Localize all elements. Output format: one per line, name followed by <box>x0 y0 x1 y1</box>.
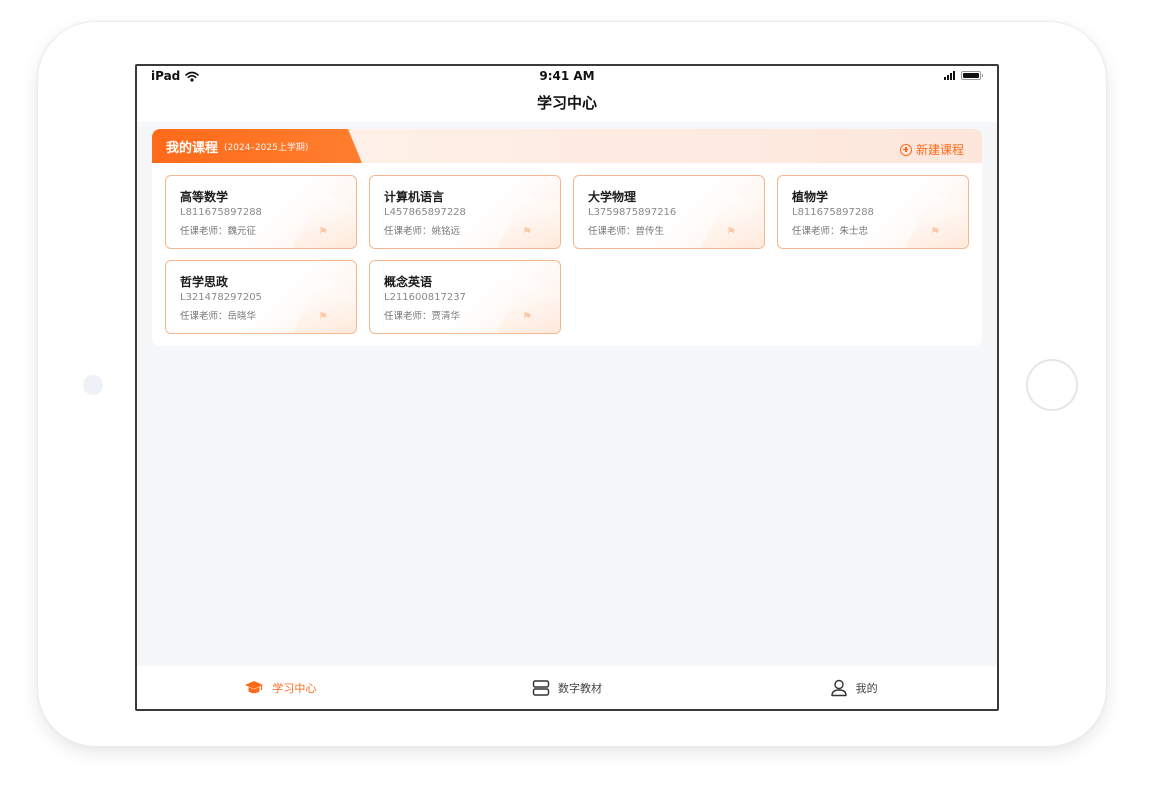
course-card-3[interactable]: ⚑ 大学物理 L3759875897216 任课老师：曾传生 <box>573 175 765 249</box>
course-code: L211600817237 <box>384 292 466 303</box>
cellular-signal-icon <box>944 71 955 80</box>
course-teacher: 任课老师：曾传生 <box>588 226 665 237</box>
course-card-2[interactable]: ⚑ 计算机语言 L457865897228 任课老师：姚铭远 <box>369 175 561 249</box>
status-bar: iPad 9:41 AM <box>137 66 997 88</box>
course-teacher: 任课老师：贾清华 <box>384 311 461 322</box>
bookmark-icon: ⚑ <box>318 225 328 238</box>
course-card-6[interactable]: ⚑ 概念英语 L211600817237 任课老师：贾清华 <box>369 260 561 334</box>
new-course-label: 新建课程 <box>915 143 964 157</box>
course-name: 大学物理 <box>588 190 637 204</box>
term-label: (2024–2025上学期) <box>224 142 309 153</box>
course-card-5[interactable]: ⚑ 哲学思政 L321478297205 任课老师：岳晓华 <box>165 260 357 334</box>
course-name: 高等数学 <box>180 190 229 204</box>
camera <box>83 375 103 395</box>
graduation-cap-icon <box>244 680 264 696</box>
new-course-button[interactable]: 新建课程 <box>899 141 964 158</box>
tab-learning-center[interactable]: 学习中心 <box>137 666 424 709</box>
course-teacher: 任课老师：姚铭远 <box>384 226 461 237</box>
course-name: 概念英语 <box>384 275 433 289</box>
panel-tab: 我的课程 (2024–2025上学期) <box>152 129 362 163</box>
course-code: L3759875897216 <box>588 207 677 218</box>
tab-label: 数字教材 <box>558 681 602 695</box>
course-code: L811675897288 <box>792 207 874 218</box>
tab-label: 学习中心 <box>272 681 317 695</box>
bookmark-icon: ⚑ <box>318 310 328 323</box>
bookmark-icon: ⚑ <box>726 225 736 238</box>
textbook-icon <box>532 679 550 696</box>
battery-icon <box>961 71 983 80</box>
bookmark-icon: ⚑ <box>930 225 940 238</box>
card-decoration <box>292 277 356 333</box>
course-name: 计算机语言 <box>384 190 445 204</box>
course-code: L321478297205 <box>180 292 262 303</box>
home-button[interactable] <box>1026 359 1078 411</box>
course-card-4[interactable]: ⚑ 植物学 L811675897288 任课老师：朱士忠 <box>777 175 969 249</box>
bookmark-icon: ⚑ <box>522 310 532 323</box>
card-decoration <box>904 192 968 248</box>
nav-bar: 学习中心 <box>137 88 997 122</box>
course-name: 植物学 <box>792 190 829 204</box>
card-decoration <box>292 192 356 248</box>
bottom-tab-bar: 学习中心 数字教材 我的 <box>137 666 997 709</box>
app-screen: iPad 9:41 AM 学习中心 我的课程 (2024–2025上学期) 新建… <box>135 64 999 711</box>
tab-digital-textbook[interactable]: 数字教材 <box>424 666 711 709</box>
course-teacher: 任课老师：岳晓华 <box>180 311 257 322</box>
my-courses-panel: 我的课程 (2024–2025上学期) 新建课程 ⚑ 高等数学 L8116758… <box>152 129 982 346</box>
course-code: L457865897228 <box>384 207 466 218</box>
panel-title: 我的课程 <box>166 140 219 156</box>
card-decoration <box>700 192 764 248</box>
course-code: L811675897288 <box>180 207 262 218</box>
course-teacher: 任课老师：魏元征 <box>180 226 257 237</box>
course-name: 哲学思政 <box>180 275 229 289</box>
tab-profile[interactable]: 我的 <box>710 666 997 709</box>
bookmark-icon: ⚑ <box>522 225 532 238</box>
course-card-1[interactable]: ⚑ 高等数学 L811675897288 任课老师：魏元征 <box>165 175 357 249</box>
plus-circle-icon <box>899 143 912 156</box>
tab-label: 我的 <box>855 681 878 695</box>
card-decoration <box>496 192 560 248</box>
page-title: 学习中心 <box>536 94 597 112</box>
user-icon <box>830 679 848 697</box>
card-decoration <box>496 277 560 333</box>
panel-header: 我的课程 (2024–2025上学期) 新建课程 <box>152 129 982 163</box>
course-teacher: 任课老师：朱士忠 <box>792 226 869 237</box>
status-time: 9:41 AM <box>539 69 595 83</box>
